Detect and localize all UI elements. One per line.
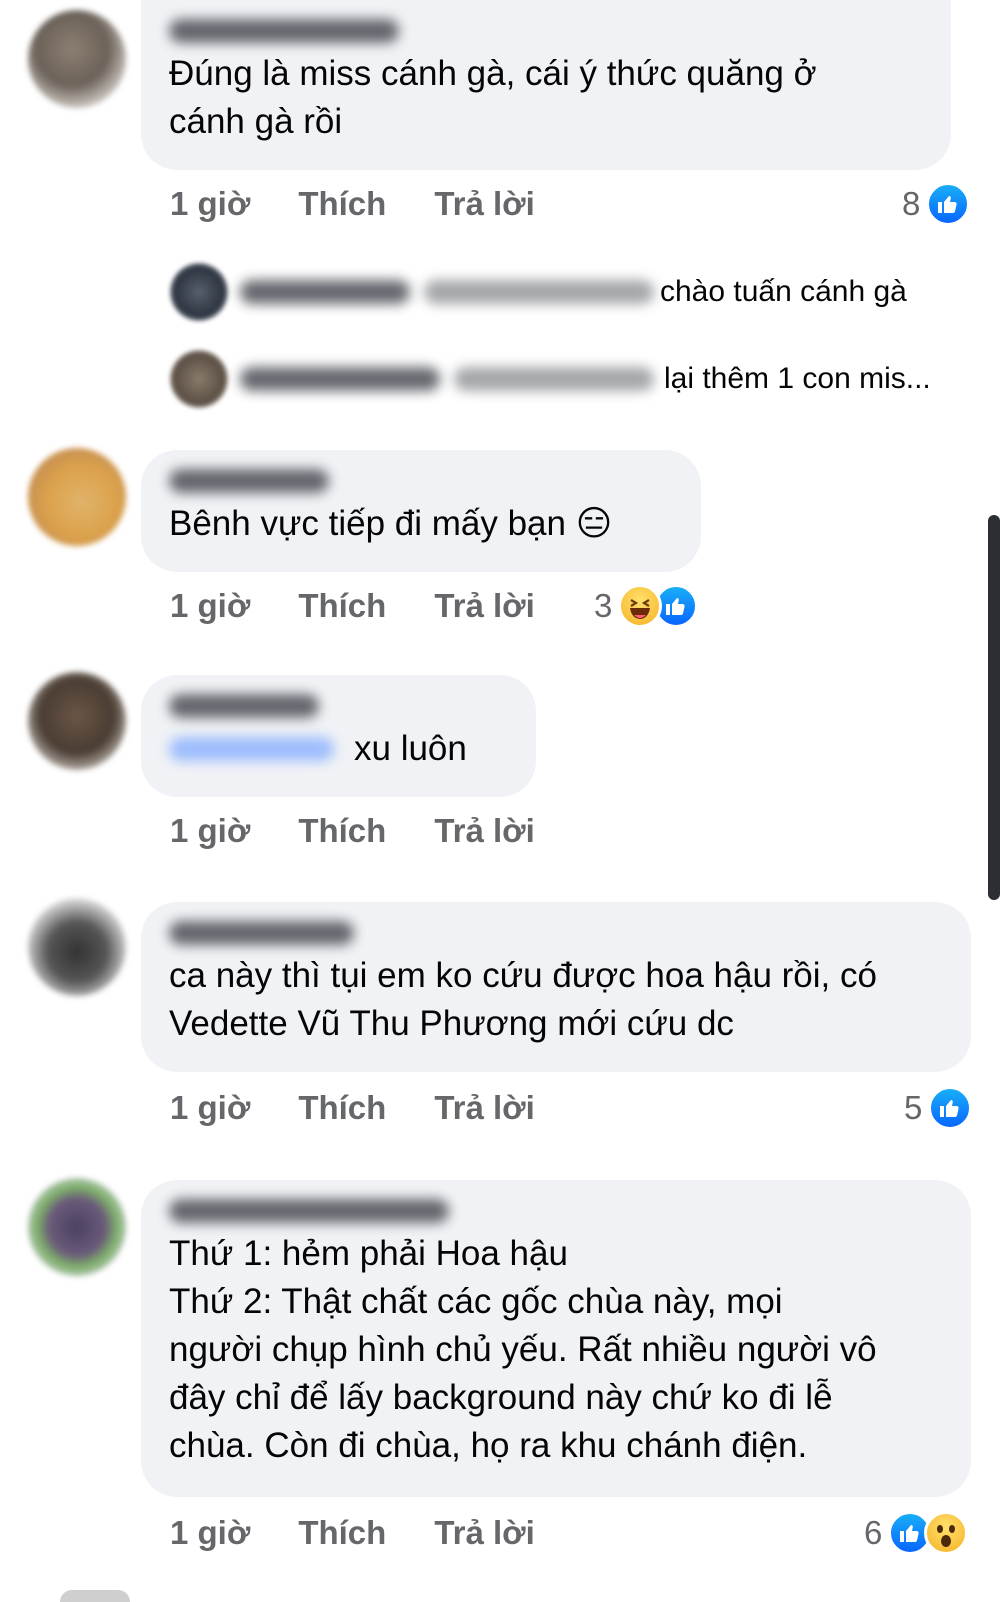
like-button[interactable]: Thích bbox=[298, 587, 386, 625]
author-name[interactable] bbox=[169, 462, 673, 500]
comment-bubble: Đúng là miss cánh gà, cái ý thức quăng ở… bbox=[141, 0, 951, 170]
avatar[interactable] bbox=[28, 1178, 126, 1276]
like-button[interactable]: Thích bbox=[298, 1089, 386, 1127]
tagged-name[interactable] bbox=[424, 280, 654, 304]
comment-bubble: xu luôn bbox=[141, 675, 536, 797]
like-button[interactable]: Thích bbox=[298, 1514, 386, 1552]
like-button[interactable]: Thích bbox=[298, 185, 386, 223]
comment-bubble: Bênh vực tiếp đi mấy bạn 😑 bbox=[141, 450, 701, 572]
comment-time[interactable]: 1 giờ bbox=[170, 587, 250, 625]
comment-time[interactable]: 1 giờ bbox=[170, 1514, 250, 1552]
comment-text: Bênh vực tiếp đi mấy bạn 😑 bbox=[169, 504, 613, 543]
next-avatar-partial bbox=[60, 1590, 130, 1602]
wow-icon bbox=[924, 1511, 969, 1555]
comment-time[interactable]: 1 giờ bbox=[170, 185, 250, 223]
reaction-count: 8 bbox=[902, 185, 921, 222]
avatar[interactable] bbox=[28, 10, 126, 108]
author-name[interactable] bbox=[169, 914, 943, 952]
reply-button[interactable]: Trả lời bbox=[434, 812, 535, 850]
reaction-count: 6 bbox=[864, 1514, 883, 1551]
reaction-summary[interactable]: 8 bbox=[902, 182, 971, 226]
reply-text: chào tuấn cánh gà bbox=[660, 275, 907, 308]
comment-text: Thứ 1: hẻm phải Hoa hậu Thứ 2: Thật chất… bbox=[169, 1234, 877, 1465]
comment-text: xu luôn bbox=[354, 729, 467, 768]
reaction-summary[interactable]: 3 bbox=[594, 584, 699, 628]
tagged-name[interactable] bbox=[454, 367, 654, 391]
reply-button[interactable]: Trả lời bbox=[434, 587, 535, 625]
comment-text: Đúng là miss cánh gà, cái ý thức quăng ở… bbox=[169, 54, 817, 141]
avatar[interactable] bbox=[28, 672, 126, 770]
reply-button[interactable]: Trả lời bbox=[434, 1514, 535, 1552]
avatar[interactable] bbox=[28, 448, 126, 546]
reaction-summary[interactable]: 6 bbox=[864, 1511, 969, 1555]
reaction-count: 3 bbox=[594, 587, 613, 624]
author-name[interactable] bbox=[169, 12, 923, 50]
tagged-name[interactable] bbox=[169, 737, 334, 761]
comment-actions: 1 giờ Thích Trả lời bbox=[170, 811, 535, 851]
author-name[interactable] bbox=[169, 1192, 943, 1230]
comment-bubble: Thứ 1: hẻm phải Hoa hậu Thứ 2: Thật chất… bbox=[141, 1180, 971, 1497]
author-name[interactable] bbox=[169, 687, 508, 725]
haha-icon bbox=[618, 584, 663, 628]
reply-button[interactable]: Trả lời bbox=[434, 185, 535, 223]
like-button[interactable]: Thích bbox=[298, 812, 386, 850]
comment-text: ca này thì tụi em ko cứu được hoa hậu rồ… bbox=[169, 956, 877, 1043]
comment-time[interactable]: 1 giờ bbox=[170, 812, 250, 850]
avatar[interactable] bbox=[28, 898, 126, 996]
reply-text: lại thêm 1 con mis... bbox=[664, 362, 931, 395]
reply-author[interactable] bbox=[240, 280, 410, 304]
comment-actions: 1 giờ Thích Trả lời bbox=[170, 184, 535, 224]
reply-item[interactable]: lại thêm 1 con mis... bbox=[170, 350, 931, 408]
scrollbar[interactable] bbox=[988, 515, 1000, 900]
reaction-summary[interactable]: 5 bbox=[904, 1086, 973, 1130]
comment-time[interactable]: 1 giờ bbox=[170, 1089, 250, 1127]
reply-item[interactable]: chào tuấn cánh gà bbox=[170, 263, 907, 321]
like-icon bbox=[928, 1086, 973, 1130]
comment-actions: 1 giờ Thích Trả lời bbox=[170, 1088, 535, 1128]
reply-button[interactable]: Trả lời bbox=[434, 1089, 535, 1127]
comment-bubble: ca này thì tụi em ko cứu được hoa hậu rồ… bbox=[141, 902, 971, 1072]
comment-actions: 1 giờ Thích Trả lời bbox=[170, 1513, 535, 1553]
reply-avatar[interactable] bbox=[170, 350, 228, 408]
reply-avatar[interactable] bbox=[170, 263, 228, 321]
comment-actions: 1 giờ Thích Trả lời bbox=[170, 586, 535, 626]
reaction-count: 5 bbox=[904, 1089, 923, 1126]
reply-author[interactable] bbox=[240, 367, 440, 391]
like-icon bbox=[926, 182, 971, 226]
